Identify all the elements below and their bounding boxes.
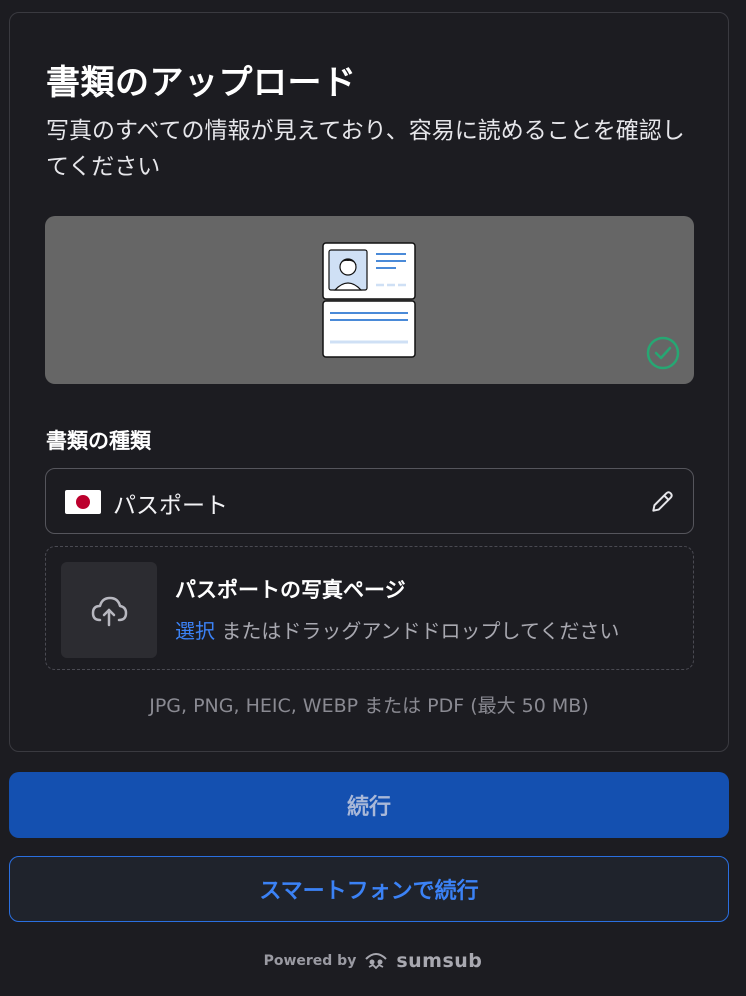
continue-button[interactable]: 続行 bbox=[9, 772, 729, 838]
japan-flag-icon bbox=[65, 490, 101, 514]
sumsub-brand: sumsub bbox=[396, 950, 483, 972]
passport-document-icon bbox=[322, 242, 416, 358]
document-type-value: パスポート bbox=[113, 493, 228, 519]
continue-on-smartphone-button[interactable]: スマートフォンで続行 bbox=[9, 856, 729, 922]
powered-by-footer: Powered by sumsub bbox=[0, 950, 746, 972]
upload-card: 書類のアップロード 写真のすべての情報が見えており、容易に読めることを確認してく… bbox=[9, 12, 729, 752]
file-drop-zone[interactable]: パスポートの写真ページ 選択 またはドラッグアンドドロップしてください bbox=[45, 546, 694, 670]
pencil-icon[interactable] bbox=[649, 489, 675, 515]
upload-hint: 選択 またはドラッグアンドドロップしてください bbox=[175, 615, 619, 644]
powered-by-text: Powered by bbox=[263, 953, 357, 969]
document-type-select[interactable]: パスポート bbox=[45, 468, 694, 534]
select-file-link[interactable]: 選択 bbox=[175, 619, 215, 643]
document-preview bbox=[45, 216, 694, 384]
upload-title: パスポートの写真ページ bbox=[175, 578, 406, 602]
document-type-label: 書類の種類 bbox=[46, 429, 151, 453]
drag-drop-text: またはドラッグアンドドロップしてください bbox=[221, 619, 620, 643]
sumsub-logo-icon bbox=[365, 953, 388, 970]
page-title: 書類のアップロード bbox=[46, 63, 357, 103]
upload-button[interactable] bbox=[61, 562, 157, 658]
file-formats-note: JPG, PNG, HEIC, WEBP または PDF (最大 50 MB) bbox=[149, 695, 589, 717]
page-subtitle: 写真のすべての情報が見えており、容易に読めることを確認してください bbox=[46, 118, 685, 180]
check-circle-icon bbox=[646, 336, 680, 370]
cloud-upload-icon bbox=[91, 596, 128, 627]
